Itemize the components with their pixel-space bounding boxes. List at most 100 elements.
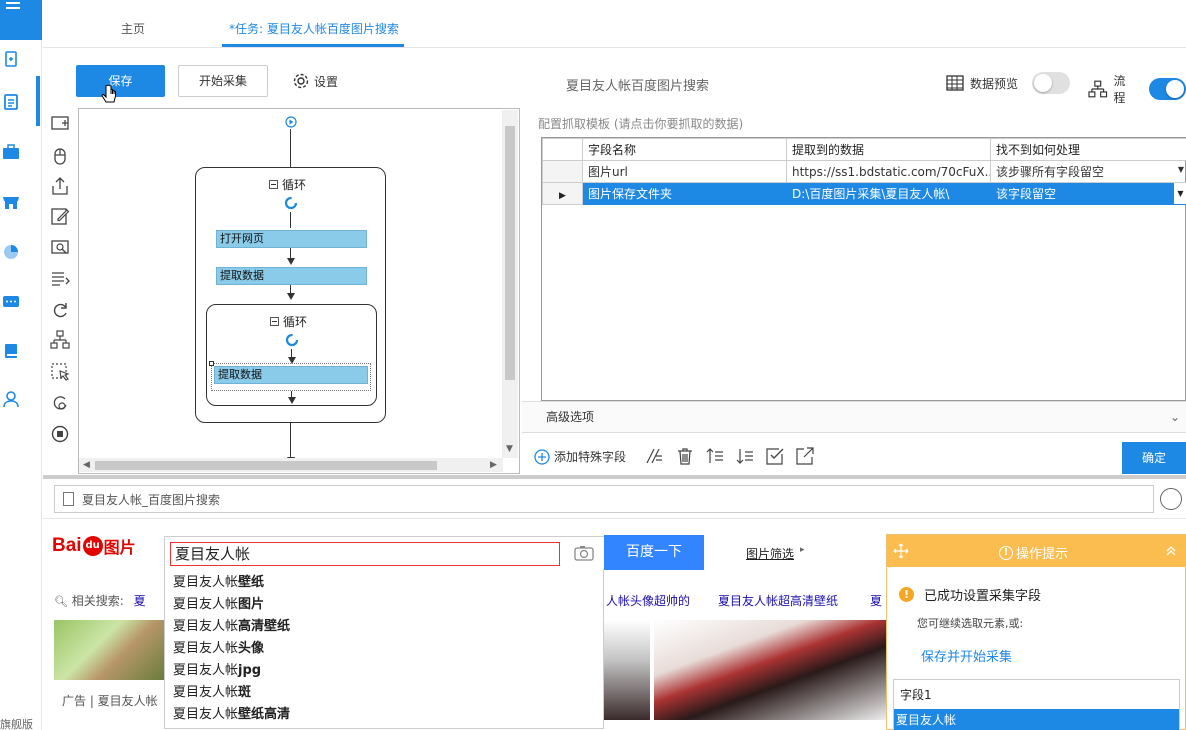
stop-icon[interactable] [50,424,70,444]
new-task-icon[interactable] [2,50,20,68]
field-name-cell[interactable]: 图片保存文件夹 [582,182,787,205]
search-button[interactable]: 百度一下 [604,535,704,570]
baidu-logo[interactable]: Bai du 图片 [52,534,136,558]
trash-icon[interactable] [675,446,695,466]
scroll-down-arrow-icon[interactable]: ▼ [506,444,513,454]
edit-field-icon[interactable] [644,446,664,466]
result-image[interactable] [654,620,886,720]
step-extract-data-inner[interactable]: 提取数据 [214,366,368,384]
suggestion-item[interactable]: 夏目友人帐头像 [173,637,264,656]
pie-chart-icon[interactable] [2,243,20,261]
operation-tips-panel: ! 操作提示 ! 已成功设置采集字段 您可继续选取元素,或: 保存并开始采集 字… [886,534,1186,730]
edit-icon[interactable] [50,206,70,226]
field-value-cell[interactable]: D:\百度图片采集\夏目友人帐\ [786,182,991,205]
store-icon[interactable] [2,193,20,211]
panel-splitter[interactable] [43,475,1186,479]
outer-loop-label: 循环 [282,178,307,192]
task-list-icon[interactable] [2,93,20,111]
external-link-icon[interactable] [795,446,815,466]
tips-header[interactable]: ! 操作提示 [887,535,1186,567]
find-element-icon[interactable] [50,238,70,258]
settings-button[interactable]: 设置 [292,72,338,90]
move-up-icon[interactable] [705,446,725,466]
step-open-page[interactable]: 打开网页 [216,230,367,248]
related-searches: 🔍︎ 相关搜索: 夏 [54,592,146,609]
canvas-horizontal-scrollbar[interactable] [79,458,503,472]
outer-loop-box[interactable]: 循环 打开网页 提取数据 循环 提取数据 [195,167,386,423]
flowchart-icon [1088,80,1108,98]
confirm-button[interactable]: 确定 [1122,442,1186,474]
mouse-click-icon[interactable] [50,146,70,166]
tips-title: 操作提示 [1016,547,1069,562]
image-filter-link[interactable]: 图片筛选 [746,545,794,562]
checkbox-edit-icon[interactable] [765,446,785,466]
move-icon[interactable] [893,543,909,559]
save-and-start-link[interactable]: 保存并开始采集 [921,646,1012,665]
move-down-icon[interactable] [735,446,755,466]
briefcase-icon[interactable] [2,143,20,161]
data-preview-control[interactable]: 数据预览 [946,72,1071,94]
field-name-cell[interactable]: 图片url [582,160,787,183]
search-box[interactable]: 夏目友人帐 [164,536,604,570]
collapse-up-icon[interactable] [1165,545,1177,557]
tab-home[interactable]: 主页 [121,20,145,37]
related-link[interactable]: 夏 [870,592,882,609]
data-preview-toggle[interactable] [1032,72,1071,94]
scroll-right-arrow-icon[interactable]: ▶ [490,460,497,470]
save-button[interactable]: 保存 [76,65,165,97]
suggestion-item[interactable]: 夏目友人帐图片 [173,593,264,612]
scroll-left-arrow-icon[interactable]: ◀ [83,460,90,470]
field-value[interactable]: 夏目友人帐 [894,709,1179,730]
advanced-options[interactable]: 高级选项 ⌄ [522,401,1186,433]
flow-toggle[interactable] [1148,78,1186,100]
loop-icon[interactable] [50,300,70,320]
table-row[interactable]: ▶ 图片保存文件夹 D:\百度图片采集\夏目友人帐\ 该字段留空 ▼ [542,182,1186,205]
refresh-eye-icon[interactable] [50,392,70,412]
suggestion-item[interactable]: 夏目友人帐高清壁纸 [173,615,290,634]
step-extract-data[interactable]: 提取数据 [216,267,367,285]
table-row[interactable]: 图片url https://ss1.bdstatic.com/70cFuX...… [542,160,1186,183]
tab-task[interactable]: *任务: 夏目友人帐百度图片搜索 [229,20,399,37]
ad-label[interactable]: 广告 | 夏目友人帐 [62,692,158,709]
left-nav: 旗舰版 [0,0,42,730]
result-image[interactable] [604,620,650,720]
field-value-cell[interactable]: https://ss1.bdstatic.com/70cFuX... [786,160,991,183]
settings-label: 设置 [314,74,339,89]
search-suggestions: 夏目友人帐壁纸 夏目友人帐图片 夏目友人帐高清壁纸 夏目友人帐头像 夏目友人帐j… [164,569,604,729]
export-icon[interactable] [50,176,70,196]
add-special-field-button[interactable]: 添加特殊字段 [534,448,626,465]
canvas-vertical-scrollbar[interactable] [502,110,518,458]
chat-icon[interactable] [2,293,20,311]
menu-button[interactable] [0,0,42,40]
list-icon[interactable] [50,268,70,288]
refresh-icon[interactable] [1160,488,1182,510]
field-fallback-cell[interactable]: 该字段留空 ▼ [990,182,1186,205]
camera-icon[interactable] [574,545,594,561]
search-input[interactable]: 夏目友人帐 [170,542,560,566]
inner-loop-box[interactable]: 循环 提取数据 [206,304,377,406]
select-area-icon[interactable] [50,362,70,382]
result-image[interactable] [54,620,164,680]
user-icon[interactable] [2,390,20,408]
related-link[interactable]: 夏目友人帐超高清壁纸 [718,592,838,609]
suggestion-item[interactable]: 夏目友人帐壁纸 [173,571,264,590]
branch-icon[interactable] [50,330,70,350]
selected-field-box[interactable]: 字段1 夏目友人帐 [893,679,1180,730]
field-fallback-cell[interactable]: 该步骤所有字段留空 ▼ [990,160,1186,183]
suggestion-item[interactable]: 夏目友人帐壁纸高清 [173,703,290,722]
start-collect-button[interactable]: 开始采集 [178,65,268,97]
search-icon: 🔍︎ [54,595,68,608]
collapse-icon[interactable] [269,180,278,189]
suggestion-item[interactable]: 夏目友人帐斑 [173,681,251,700]
related-link[interactable]: 人帐头像超帅的 [606,592,690,609]
flow-control[interactable]: 流程 [1088,72,1186,106]
collapse-icon[interactable] [270,317,279,326]
related-link[interactable]: 夏 [134,594,146,608]
workflow-canvas[interactable]: 循环 打开网页 提取数据 循环 提取数据 [78,108,520,474]
add-step-icon[interactable] [50,114,70,134]
suggestion-item[interactable]: 夏目友人帐jpg [173,659,261,678]
tips-subtext: 您可继续选取元素,或: [917,617,1024,630]
extract-fields-grid[interactable]: 字段名称 提取到的数据 找不到如何处理 图片url https://ss1.bd… [541,137,1186,401]
address-bar[interactable]: 夏目友人帐_百度图片搜索 [54,485,1154,513]
book-icon[interactable] [2,342,20,360]
